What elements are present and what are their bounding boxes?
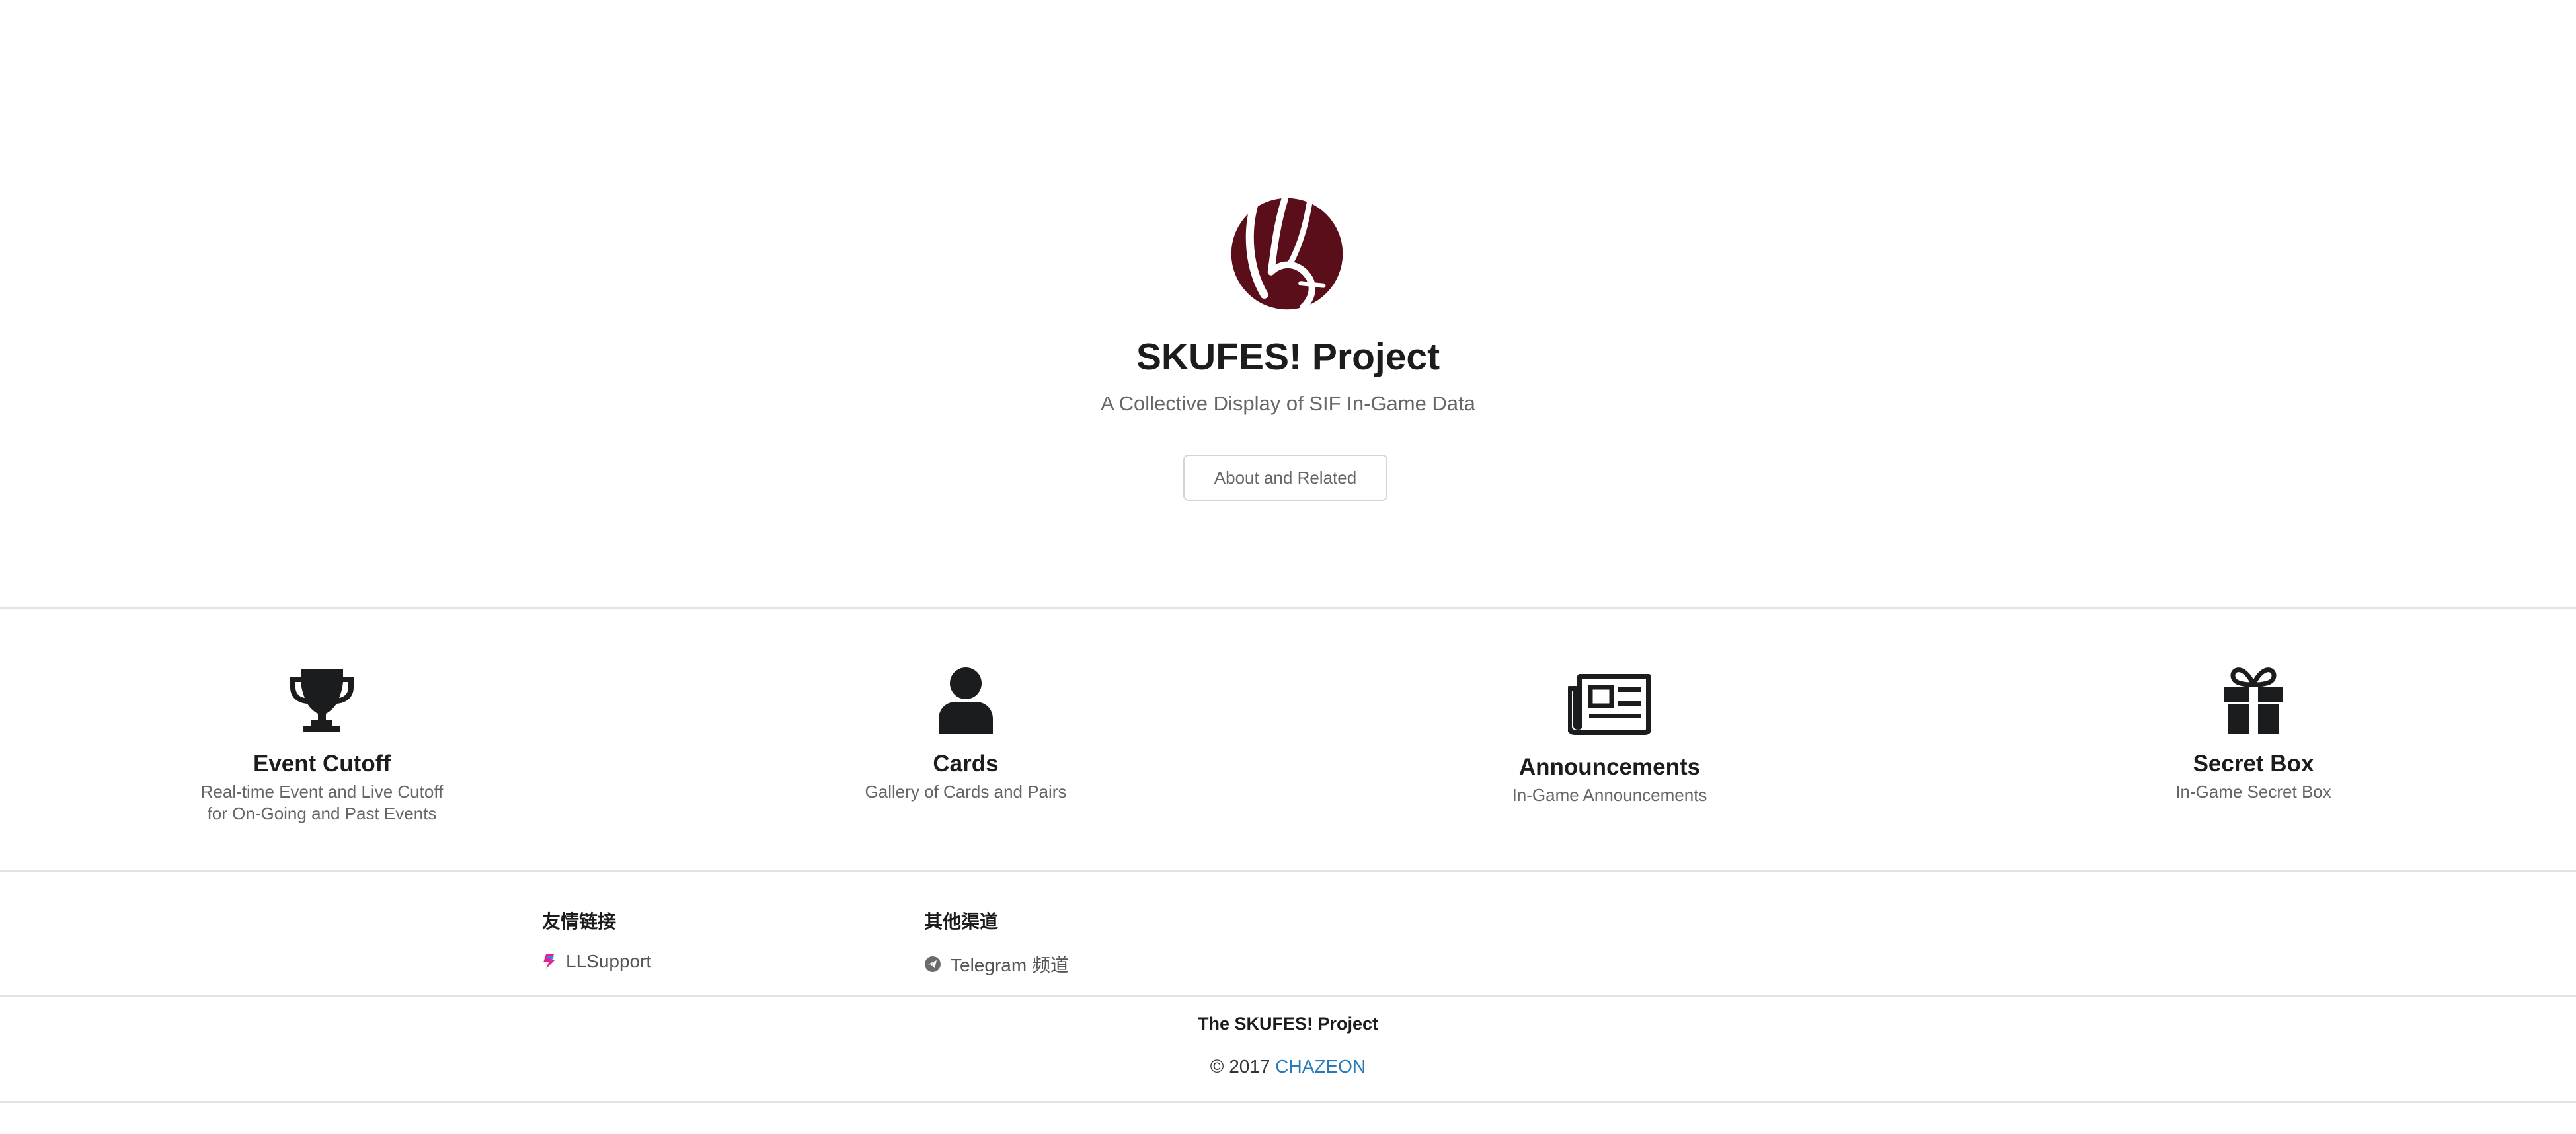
feature-desc-line: Real-time Event and Live Cutoff: [200, 782, 444, 802]
feature-desc-line: for On-Going and Past Events: [207, 804, 437, 823]
divider: [0, 995, 2576, 997]
feature-title: Secret Box: [2193, 751, 2314, 776]
feature-desc-line: In-Game Announcements: [1512, 785, 1707, 805]
telegram-link[interactable]: Telegram 频道: [924, 951, 1069, 977]
site-title: SKUFES! Project: [1136, 336, 1440, 378]
site-subtitle: A Collective Display of SIF In-Game Data: [1101, 392, 1475, 415]
feature-title: Announcements: [1518, 754, 1701, 780]
feature-event-cutoff[interactable]: Event Cutoff Real-time Event and Live Cu…: [0, 667, 644, 825]
footer-copyright: © 2017 CHAZEON: [0, 1056, 2576, 1077]
friends-links-column: 友情链接 LLSupport: [542, 909, 651, 972]
telegram-icon: [925, 956, 941, 972]
about-button[interactable]: About and Related: [1183, 455, 1387, 501]
hero-section: SKUFES! Project A Collective Display of …: [0, 0, 2576, 608]
feature-description: In-Game Secret Box: [1932, 781, 2575, 803]
telegram-label: Telegram 频道: [951, 955, 1069, 975]
author-link[interactable]: CHAZEON: [1275, 1056, 1366, 1077]
divider: [0, 607, 2576, 609]
feature-announcements[interactable]: Announcements In-Game Announcements: [1288, 667, 1932, 806]
trophy-icon: [290, 669, 354, 732]
feature-description: In-Game Announcements: [1288, 784, 1932, 806]
page: SKUFES! Project A Collective Display of …: [0, 0, 2576, 1134]
llsupport-link[interactable]: LLSupport: [542, 951, 651, 972]
footer-title: The SKUFES! Project: [1197, 1014, 1379, 1034]
newspaper-icon: [1568, 674, 1651, 735]
channels-links-column: 其他渠道 Telegram 频道: [924, 909, 1069, 977]
llsupport-icon: [543, 954, 555, 969]
friends-links-heading: 友情链接: [542, 911, 617, 932]
divider: [0, 1101, 2576, 1103]
skufes-logo-icon: [1231, 197, 1343, 311]
feature-desc-line: In-Game Secret Box: [2175, 782, 2331, 802]
feature-description: Real-time Event and Live Cutoff for On-G…: [0, 781, 644, 825]
user-icon: [939, 667, 993, 734]
llsupport-label: LLSupport: [566, 951, 652, 971]
feature-desc-line: Gallery of Cards and Pairs: [865, 782, 1067, 802]
gift-icon: [2224, 667, 2283, 734]
feature-cards[interactable]: Cards Gallery of Cards and Pairs: [644, 667, 1288, 803]
copyright-text: © 2017: [1210, 1056, 1270, 1077]
feature-secret-box[interactable]: Secret Box In-Game Secret Box: [1932, 667, 2575, 803]
feature-title: Event Cutoff: [253, 751, 391, 776]
divider: [0, 870, 2576, 872]
channels-links-heading: 其他渠道: [924, 911, 999, 932]
feature-title: Cards: [933, 751, 999, 776]
feature-description: Gallery of Cards and Pairs: [644, 781, 1288, 803]
